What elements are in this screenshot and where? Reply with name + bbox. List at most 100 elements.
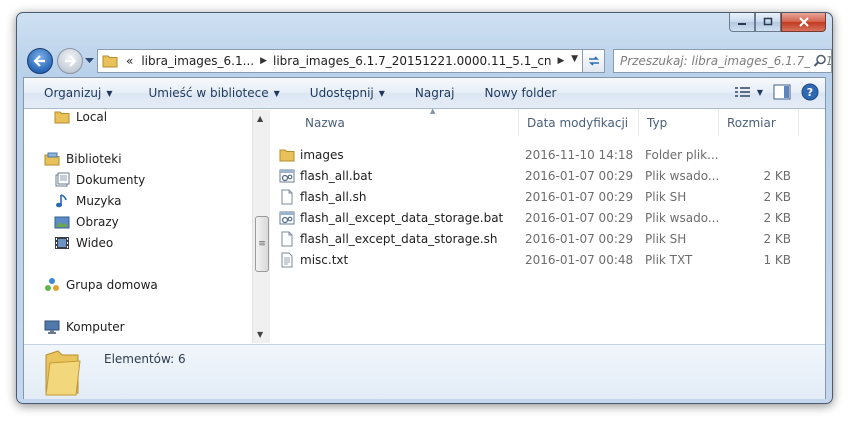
text-file-icon [279, 252, 295, 268]
file-date: 2016-01-07 00:29 [525, 189, 634, 204]
search-input[interactable]: Przeszukaj: libra_images_6.1.7_201512... [613, 49, 832, 73]
file-name: misc.txt [300, 252, 349, 267]
file-icon [279, 189, 295, 205]
file-size: 2 KB [763, 189, 791, 204]
maximize-button[interactable] [755, 13, 781, 32]
nav-item-computer[interactable]: Komputer [44, 319, 125, 335]
library-label: Umieść w bibliotece [148, 86, 269, 100]
include-in-library-menu[interactable]: Umieść w bibliotece ▼ [140, 86, 287, 100]
recent-pages-icon[interactable] [85, 56, 94, 65]
change-view-button[interactable]: ▼ [734, 86, 763, 98]
organize-menu[interactable]: Organizuj ▼ [36, 86, 120, 100]
svg-text:?: ? [807, 86, 813, 99]
file-name: flash_all.bat [300, 168, 373, 183]
file-name-cell: flash_all_except_data_storage.bat [279, 210, 503, 226]
burn-button[interactable]: Nagraj [407, 86, 463, 100]
arrow-left-icon [33, 55, 45, 67]
share-menu[interactable]: Udostępnij ▼ [302, 86, 393, 100]
column-label-size: Rozmiar [727, 116, 776, 130]
close-icon [798, 17, 809, 27]
file-size: 1 KB [763, 252, 791, 267]
search-icon[interactable] [810, 54, 827, 71]
chevron-right-icon[interactable]: ▶ [258, 56, 269, 66]
nav-label-libraries: Biblioteki [66, 152, 122, 166]
view-list-icon [734, 87, 750, 97]
column-header-date[interactable]: Data modyfikacji [519, 110, 639, 136]
nav-item-documents[interactable]: Dokumenty [54, 172, 145, 188]
documents-icon [55, 172, 70, 187]
scroll-up-icon[interactable]: ▲ [257, 114, 263, 123]
navigation-pane: Local Biblioteki Dokumenty Muzyka Obrazy… [24, 110, 270, 343]
table-row[interactable]: misc.txt 2016-01-07 00:48 Plik TXT 1 KB [271, 249, 827, 270]
folder-icon [279, 147, 295, 163]
chevron-down-icon: ▼ [378, 88, 385, 98]
batch-file-icon [279, 168, 295, 184]
chevron-down-icon: ▼ [273, 88, 280, 98]
file-name-cell: flash_all.sh [279, 189, 366, 205]
nav-item-homegroup[interactable]: Grupa domowa [44, 277, 158, 293]
table-row[interactable]: flash_all.sh 2016-01-07 00:29 Plik SH 2 KB [271, 186, 827, 207]
computer-icon [44, 320, 60, 334]
nav-item-local[interactable]: Local [54, 110, 107, 125]
nav-item-pictures[interactable]: Obrazy [54, 214, 119, 230]
column-header-type[interactable]: Typ [639, 110, 719, 136]
chevron-right-icon[interactable]: ▶ [556, 56, 567, 66]
nav-scrollbar[interactable]: ▲ ≡ ▼ [252, 110, 270, 343]
folder-icon [102, 55, 118, 68]
nav-label-videos: Wideo [76, 236, 114, 250]
table-row[interactable]: images 2016-11-10 14:18 Folder plik... [271, 144, 827, 165]
nav-item-videos[interactable]: Wideo [54, 235, 113, 251]
maximize-icon [763, 17, 773, 26]
file-name: flash_all_except_data_storage.sh [300, 231, 498, 246]
address-segment-parent[interactable]: libra_images_6.1... [137, 54, 258, 68]
nav-item-libraries[interactable]: Biblioteki [44, 151, 122, 167]
chevron-down-icon[interactable]: ▼ [571, 54, 578, 64]
file-date: 2016-11-10 14:18 [525, 147, 634, 162]
preview-pane-icon[interactable] [773, 84, 791, 100]
file-type: Plik TXT [645, 252, 693, 267]
minimize-button[interactable] [729, 13, 755, 32]
organize-label: Organizuj [44, 86, 102, 100]
nav-item-music[interactable]: Muzyka [54, 193, 121, 209]
file-icon [279, 231, 295, 247]
column-header-name[interactable]: ▲ Nazwa [297, 107, 519, 136]
libraries-icon [44, 152, 60, 166]
chevron-down-icon: ▼ [106, 88, 113, 98]
file-name: flash_all_except_data_storage.bat [300, 210, 504, 225]
nav-label-homegroup: Grupa domowa [66, 278, 158, 292]
sort-ascending-icon: ▲ [430, 107, 436, 115]
item-count: Elementów: 6 [104, 352, 186, 366]
address-bar[interactable]: « libra_images_6.1... ▶ libra_images_6.1… [97, 49, 583, 73]
explorer-window: « libra_images_6.1... ▶ libra_images_6.1… [16, 12, 833, 404]
file-name-cell: images [279, 147, 344, 163]
file-type: Plik SH [645, 231, 687, 246]
table-row[interactable]: flash_all.bat 2016-01-07 00:29 Plik wsado.… [271, 165, 827, 186]
column-header-size[interactable]: Rozmiar [719, 110, 799, 136]
details-pane: Elementów: 6 [24, 344, 825, 399]
file-type: Plik wsado... [645, 168, 720, 183]
folder-icon [54, 111, 70, 124]
burn-label: Nagraj [414, 86, 455, 100]
scroll-down-icon[interactable]: ▼ [257, 330, 263, 339]
nav-label-pictures: Obrazy [76, 215, 119, 229]
scroll-thumb[interactable]: ≡ [255, 216, 269, 272]
address-segment-current[interactable]: libra_images_6.1.7_20151221.0000.11_5.1_… [269, 54, 556, 68]
file-type: Plik wsado... [645, 210, 720, 225]
refresh-button[interactable] [583, 49, 605, 73]
forward-button[interactable] [57, 48, 83, 74]
close-button[interactable] [781, 13, 826, 32]
back-button[interactable] [27, 48, 53, 74]
nav-label-local: Local [76, 110, 108, 124]
file-size: 2 KB [763, 231, 791, 246]
address-overflow[interactable]: « [122, 54, 137, 68]
new-folder-button[interactable]: Nowy folder [477, 86, 565, 100]
file-date: 2016-01-07 00:29 [525, 168, 634, 183]
table-row[interactable]: flash_all_except_data_storage.bat 2016-01… [271, 207, 827, 228]
explorer-frame: Organizuj ▼ Umieść w bibliotece ▼ Udostępn… [23, 77, 826, 399]
file-size: 2 KB [763, 210, 791, 225]
table-row[interactable]: flash_all_except_data_storage.sh 2016-01-… [271, 228, 827, 249]
batch-file-icon [279, 210, 295, 226]
command-bar: Organizuj ▼ Umieść w bibliotece ▼ Udostępn… [24, 78, 825, 109]
file-size: 2 KB [763, 168, 791, 183]
help-icon[interactable]: ? [801, 83, 819, 101]
